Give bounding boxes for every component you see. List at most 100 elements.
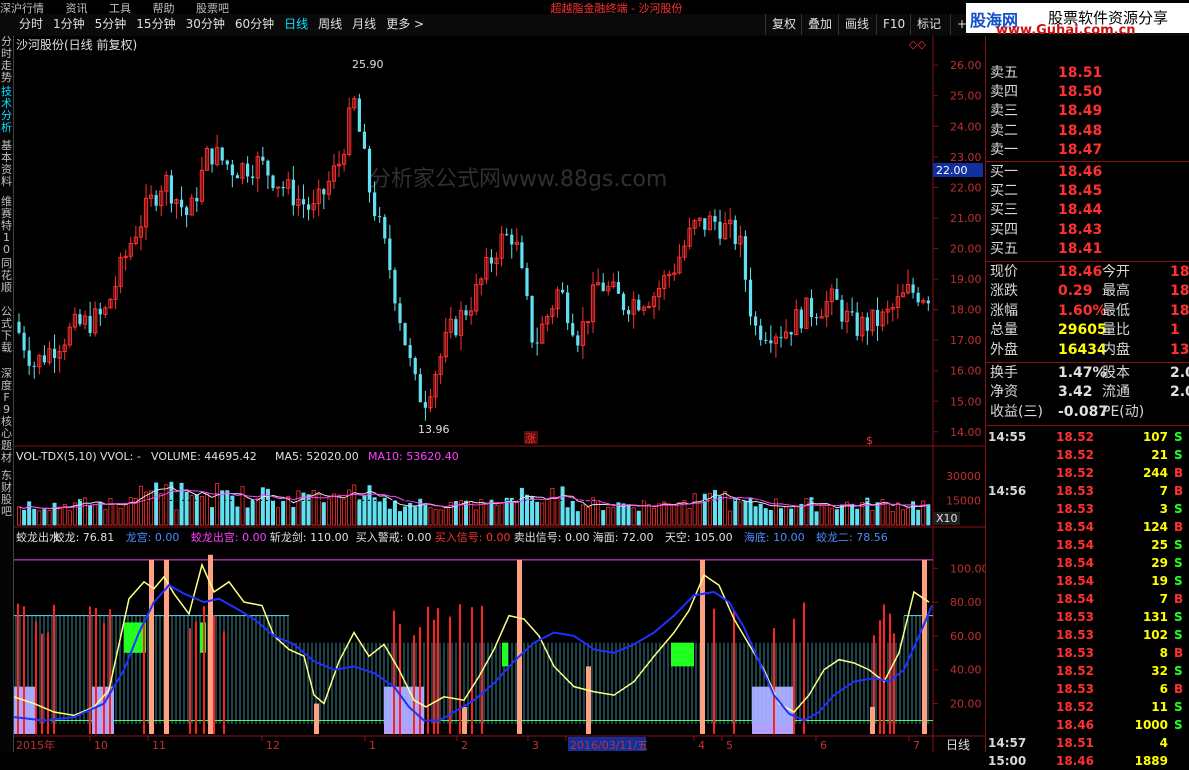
candle-body [510,234,514,245]
tab-5[interactable]: 60分钟 [230,14,279,35]
ask-label: 卖三 [990,103,1018,120]
stat-value: 16434 [1058,341,1107,358]
candle-body [855,312,859,336]
ask-price: 18.47 [1058,141,1103,158]
volume-bar [469,501,474,526]
volume-bar [331,493,336,526]
volume-bar [514,502,519,526]
volume-bar [814,511,819,526]
period-label: 日线 [946,738,970,752]
candle-body [713,216,717,222]
tick-row: 15:00 18.46 1889 [986,752,1189,770]
indicator-pane: 蛟龙出水蛟龙: 76.81 龙宫: 0.00 蛟龙出宫: 0.00 斩龙剑: 110.… [13,526,989,734]
price-tick-label: 19.00 [950,273,982,286]
tool-button-2[interactable]: 画线 [838,14,875,35]
tool-button-4[interactable]: 标记 [910,14,947,35]
tick-volume: 3 [1159,502,1168,517]
tab-2[interactable]: 5分钟 [90,14,132,35]
volume-bar [250,499,255,526]
tick-time: 14:56 [988,484,1027,499]
price-tick-label: 17.00 [950,334,982,347]
volume-bar [245,507,250,526]
sidebar-tab-5[interactable]: 公式下载 [0,306,13,354]
volume-bar [687,507,692,526]
tab-9[interactable]: 更多 > [381,14,429,35]
candle-body [17,321,21,333]
sidebar-tab-7[interactable]: 核心题材 [0,416,13,464]
candle-body [367,148,372,193]
date-label: 1 [369,739,376,752]
indicator-legend-item: 买入信号: 0.00 [435,531,511,544]
tab-8[interactable]: 月线 [347,14,381,35]
sidebar-tab-6[interactable]: 深度F9 [0,368,13,416]
indicator-legend-item: 龙宫: 0.00 [126,530,180,544]
menu-item[interactable]: 帮助 [153,2,175,14]
candle-body [489,257,494,264]
volume-bar [702,493,707,526]
tick-flag: S [1174,556,1183,571]
sidebar-tab-8[interactable]: 东财股吧 [0,470,13,518]
volume-bar [281,501,286,526]
sidebar-tab-0[interactable]: 分时走势 [0,36,13,84]
volume-bar [154,482,159,526]
candle-body [535,342,539,344]
candle-body [525,267,529,297]
sidebar-tab-4[interactable]: 同花顺 [0,258,13,294]
sidebar-tab-2[interactable]: 基本资料 [0,140,13,188]
tool-button-3[interactable]: F10 [876,14,911,35]
volume-bar [585,507,590,526]
tick-row: 18.52 11 S [986,698,1189,716]
tick-price: 18.53 [1056,628,1094,643]
volume-bar [545,499,550,526]
volume-bar [784,506,789,526]
candle-body [616,282,621,294]
volume-bar [235,506,240,526]
volume-bar [260,487,265,526]
kline-charts[interactable]: 沙河股份(日线 前复权) 分析家公式网www.88gs.com ◇◇ 26.00… [11,36,989,752]
tab-7[interactable]: 周线 [313,14,347,35]
volume-bar [743,500,748,526]
tab-4[interactable]: 30分钟 [181,14,230,35]
sidebar-tab-1[interactable]: 技术分析 [0,86,13,134]
volume-bar [428,507,433,526]
tab-6[interactable]: 日线 [279,14,313,35]
indicator-legend-item: 斩龙剑: 110.00 [270,530,349,544]
tab-1[interactable]: 1分钟 [48,14,90,35]
menu-item[interactable]: 股票吧 [196,2,229,14]
tick-volume: 25 [1151,538,1168,553]
tick-price: 18.46 [1056,718,1094,733]
tick-row: 18.53 8 B [986,644,1189,662]
volume-bar [306,494,311,526]
stat-label: 流通 [1102,384,1130,401]
volume-pane: VOL-TDX(5,10) VVOL: - VOLUME: 44695.42 M… [14,445,985,526]
stat-label: 今开 [1102,264,1130,280]
menu-item[interactable]: 资讯 [66,2,88,14]
volume-bar [474,509,479,526]
candle-body [357,98,361,132]
volume-bar [189,495,194,526]
volume-bar [906,507,911,526]
menu-item[interactable]: 工具 [109,2,131,14]
tick-flag: B [1174,520,1184,535]
low-label: 13.96 [418,423,450,436]
volume-bar [850,503,855,526]
sidebar-tab-3[interactable]: 维赛特10 [0,196,13,256]
candle-body [505,234,509,236]
volume-bar [646,504,651,526]
tool-button-1[interactable]: 叠加 [801,14,838,35]
candle-body [22,332,26,351]
candle-body [373,192,377,217]
volume-bar [824,503,829,526]
candle-body [154,195,158,206]
candle-body [769,340,773,344]
tab-3[interactable]: 15分钟 [131,14,180,35]
volume-bar [392,500,397,526]
tick-price: 18.46 [1056,754,1094,769]
tick-row: 18.53 3 S [986,500,1189,518]
menu-item[interactable]: 深沪行情 [0,2,44,14]
candle-body [850,311,854,313]
orange-signal [586,666,591,734]
tool-button-0[interactable]: 复权 [765,14,802,35]
tab-0[interactable]: 分时 [14,14,48,35]
ask-row: 卖一 18.47 [988,141,1188,160]
